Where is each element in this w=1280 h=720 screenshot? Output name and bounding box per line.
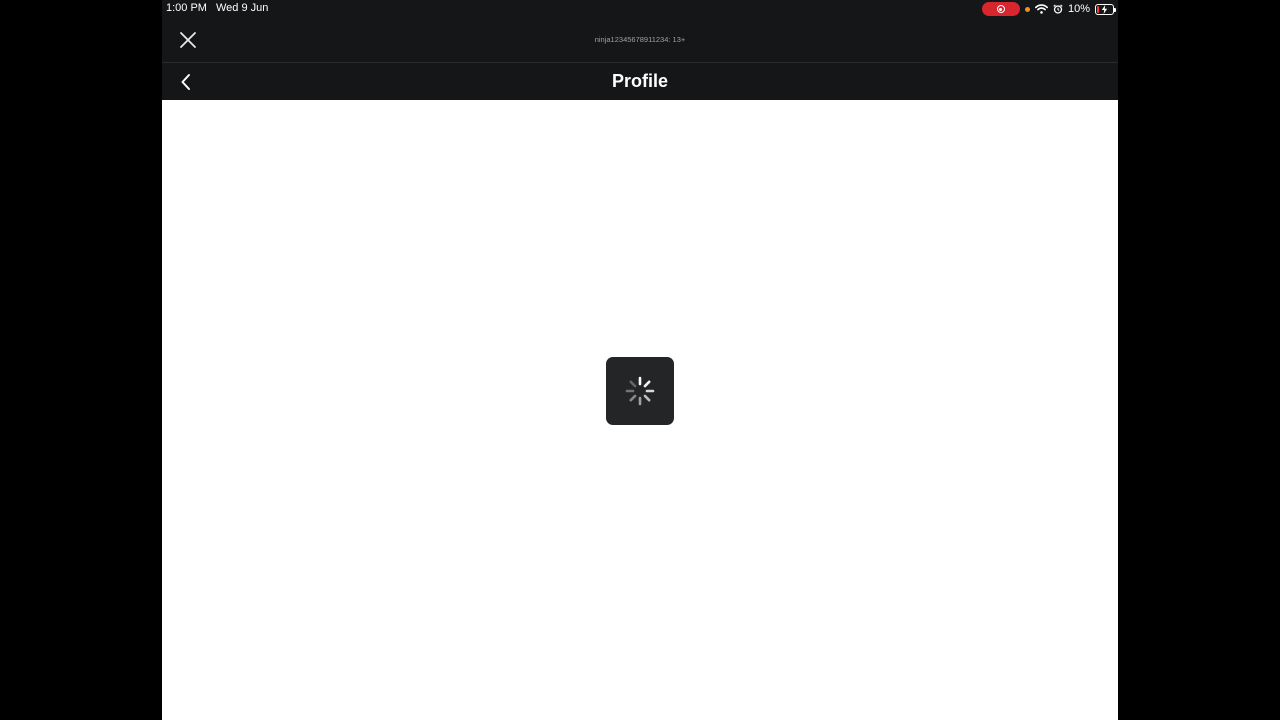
battery-percent: 10%	[1067, 3, 1090, 15]
loading-spinner-icon	[625, 376, 655, 406]
battery-charging-icon	[1095, 3, 1116, 15]
wifi-icon	[1034, 4, 1048, 14]
screen-record-icon[interactable]	[981, 2, 1020, 16]
game-top-bar: ninja12345678911234: 13+	[162, 18, 1118, 62]
battery-level-fill	[1097, 5, 1099, 13]
status-date: Wed 9 Jun	[216, 2, 269, 14]
loading-indicator	[606, 357, 674, 425]
status-indicators: 10%	[981, 1, 1116, 17]
profile-content	[162, 100, 1118, 720]
alarm-icon	[1053, 4, 1063, 14]
page-header: Profile	[162, 63, 1118, 100]
orange-dot-indicator	[1024, 6, 1030, 12]
device-screen: 1:00 PM Wed 9 Jun 10% ninja1234567891123…	[162, 0, 1118, 720]
page-title: Profile	[611, 71, 668, 91]
username-label: ninja12345678911234: 13+	[594, 35, 686, 44]
status-time: 1:00 PM	[166, 2, 207, 14]
status-bar: 1:00 PM Wed 9 Jun 10%	[162, 0, 1118, 18]
